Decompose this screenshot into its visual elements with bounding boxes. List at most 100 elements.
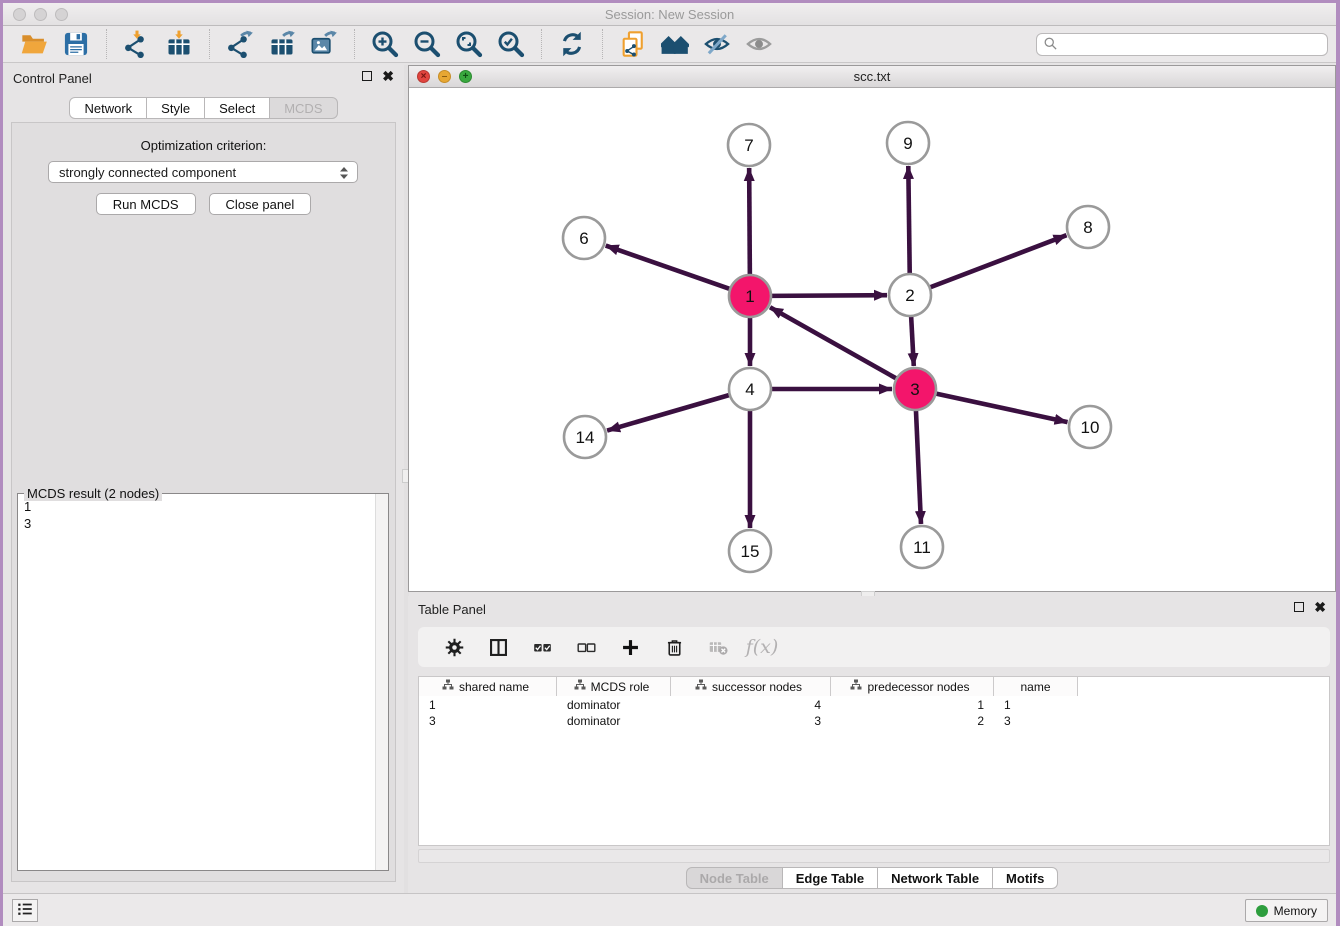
tab-network-table[interactable]: Network Table — [878, 867, 993, 889]
table-cell: 1 — [994, 697, 1078, 713]
close-table-panel-icon[interactable]: ✖ — [1314, 602, 1326, 612]
tab-edge-table[interactable]: Edge Table — [783, 867, 878, 889]
column-header-shared-name[interactable]: shared name — [419, 677, 557, 696]
delete-row-icon[interactable] — [657, 632, 691, 662]
tab-mcds[interactable]: MCDS — [270, 97, 337, 119]
deselect-all-icon[interactable] — [569, 632, 603, 662]
graph-node-11[interactable]: 11 — [901, 526, 943, 568]
tab-motifs[interactable]: Motifs — [993, 867, 1058, 889]
table-tabs: Node TableEdge TableNetwork TableMotifs — [408, 867, 1336, 889]
zoom-window-icon[interactable] — [55, 8, 68, 21]
import-table-icon[interactable] — [162, 29, 196, 59]
maximize-view-icon[interactable]: + — [459, 70, 472, 83]
automation-panel-button[interactable] — [12, 899, 38, 922]
table-row[interactable]: 1dominator411 — [419, 697, 1078, 713]
graph-edge-1-6[interactable] — [606, 246, 730, 289]
node-table: shared nameMCDS rolesuccessor nodesprede… — [418, 676, 1330, 846]
tab-node-table[interactable]: Node Table — [686, 867, 783, 889]
graph-node-label: 8 — [1083, 218, 1092, 237]
close-view-icon[interactable]: × — [417, 70, 430, 83]
graph-node-9[interactable]: 9 — [887, 122, 929, 164]
table-cell: dominator — [557, 713, 671, 729]
graph-node-1[interactable]: 1 — [729, 275, 771, 317]
column-header-MCDS-role[interactable]: MCDS role — [557, 677, 671, 696]
export-image-icon[interactable] — [307, 29, 341, 59]
graph-node-14[interactable]: 14 — [564, 416, 606, 458]
import-network-icon[interactable] — [120, 29, 154, 59]
settings-gear-icon[interactable] — [437, 632, 471, 662]
zoom-selected-icon[interactable] — [494, 29, 528, 59]
graph-node-15[interactable]: 15 — [729, 530, 771, 572]
mcds-result-text[interactable]: 1 3 — [18, 494, 388, 870]
column-header-successor-nodes[interactable]: successor nodes — [671, 677, 831, 696]
graph-node-label: 10 — [1081, 418, 1100, 437]
table-row[interactable]: 3dominator323 — [419, 713, 1078, 729]
close-panel-icon[interactable]: ✖ — [382, 71, 394, 81]
graph-edge-2-3[interactable] — [911, 316, 914, 366]
table-header-row: shared nameMCDS rolesuccessor nodesprede… — [419, 677, 1078, 696]
graph-edge-3-1[interactable] — [770, 307, 897, 378]
graph-edge-2-8[interactable] — [930, 235, 1067, 287]
minimize-view-icon[interactable]: – — [438, 70, 451, 83]
zoom-fit-icon[interactable] — [452, 29, 486, 59]
hide-selected-icon[interactable] — [700, 29, 734, 59]
tree-icon — [850, 679, 862, 694]
window-controls — [13, 8, 68, 21]
graph-node-label: 1 — [745, 287, 754, 306]
tab-style[interactable]: Style — [147, 97, 205, 119]
float-panel-icon[interactable] — [362, 71, 372, 81]
minimize-window-icon[interactable] — [34, 8, 47, 21]
column-header-name[interactable]: name — [994, 677, 1078, 696]
zoom-in-icon[interactable] — [368, 29, 402, 59]
refresh-layout-icon[interactable] — [555, 29, 589, 59]
search-input[interactable] — [1058, 38, 1321, 52]
network-canvas[interactable]: 1 2 3 4 6 7 8 9 10 11 14 15 — [409, 88, 1335, 591]
graph-node-8[interactable]: 8 — [1067, 206, 1109, 248]
graph-edge-1-7[interactable] — [749, 168, 750, 275]
graph-edge-4-14[interactable] — [607, 395, 730, 431]
close-panel-button[interactable]: Close panel — [209, 193, 312, 215]
network-window-title: scc.txt — [854, 69, 891, 84]
network-view-window: × – + scc.txt 1 2 3 4 6 7 8 9 10 11 14 15 — [408, 65, 1336, 592]
run-mcds-button[interactable]: Run MCDS — [96, 193, 196, 215]
export-network-icon[interactable] — [223, 29, 257, 59]
add-row-icon[interactable] — [613, 632, 647, 662]
duplicate-network-icon[interactable] — [616, 29, 650, 59]
graph-node-2[interactable]: 2 — [889, 274, 931, 316]
show-all-icon[interactable] — [742, 29, 776, 59]
search-field[interactable] — [1036, 33, 1328, 56]
optimization-dropdown[interactable]: strongly connected component — [48, 161, 358, 183]
graph-edge-1-2[interactable] — [771, 295, 887, 296]
memory-button[interactable]: Memory — [1245, 899, 1328, 922]
table-horizontal-scrollbar[interactable] — [418, 849, 1330, 863]
mcds-result-group: MCDS result (2 nodes) 1 3 — [17, 493, 389, 871]
main-toolbar — [3, 26, 1336, 63]
tab-network[interactable]: Network — [69, 97, 147, 119]
network-window-titlebar[interactable]: × – + scc.txt — [409, 66, 1335, 88]
tab-select[interactable]: Select — [205, 97, 270, 119]
control-panel-title: Control Panel — [13, 71, 92, 86]
graph-edge-3-11[interactable] — [916, 410, 921, 524]
graph-node-6[interactable]: 6 — [563, 217, 605, 259]
float-table-panel-icon[interactable] — [1294, 602, 1304, 612]
close-window-icon[interactable] — [13, 8, 26, 21]
graph-node-3[interactable]: 3 — [894, 368, 936, 410]
select-all-icon[interactable] — [525, 632, 559, 662]
open-session-icon[interactable] — [17, 29, 51, 59]
graph-edge-2-9[interactable] — [908, 166, 909, 274]
column-layout-icon[interactable] — [481, 632, 515, 662]
export-table-icon[interactable] — [265, 29, 299, 59]
dropdown-stepper-icon — [335, 164, 353, 185]
graph-node-7[interactable]: 7 — [728, 124, 770, 166]
zoom-out-icon[interactable] — [410, 29, 444, 59]
first-neighbors-icon[interactable] — [658, 29, 692, 59]
mcds-result-scrollbar[interactable] — [375, 494, 388, 870]
toolbar-separator — [354, 29, 355, 59]
column-header-predecessor-nodes[interactable]: predecessor nodes — [831, 677, 994, 696]
graph-node-4[interactable]: 4 — [729, 368, 771, 410]
table-cell: 3 — [419, 713, 557, 729]
graph-edge-3-10[interactable] — [936, 393, 1068, 422]
save-session-icon[interactable] — [59, 29, 93, 59]
graph-node-10[interactable]: 10 — [1069, 406, 1111, 448]
function-builder-icon: f(x) — [745, 632, 779, 662]
